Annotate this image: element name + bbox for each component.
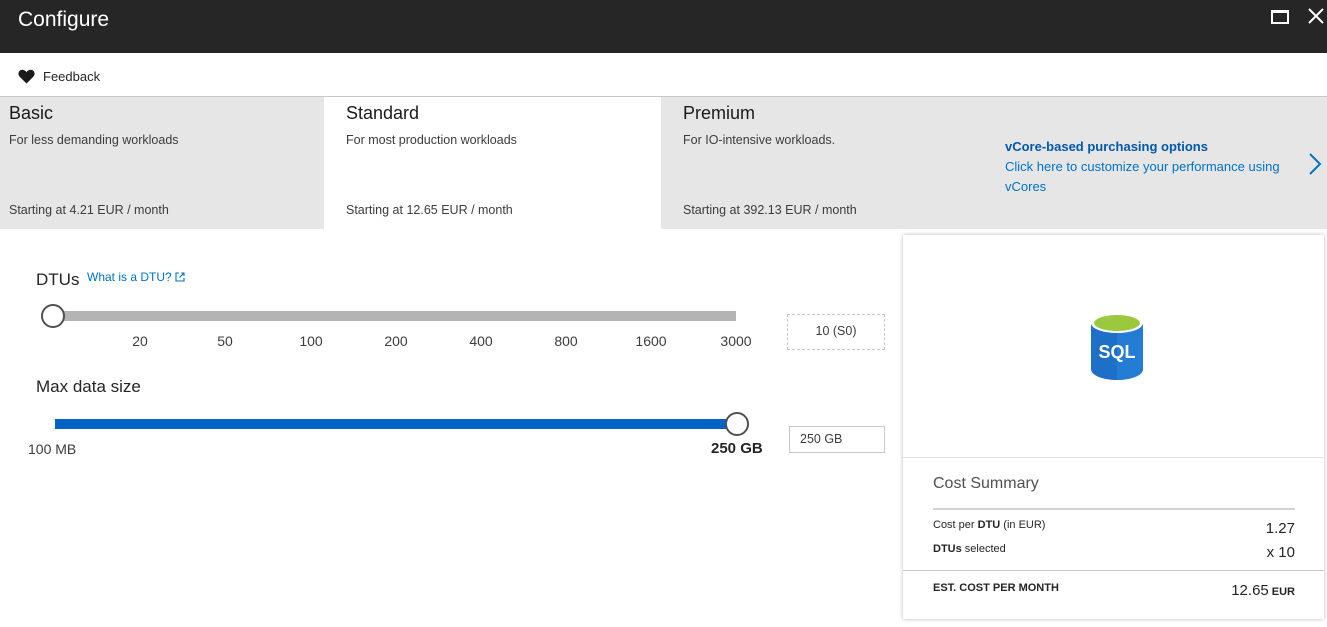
est-cost-amount: 12.65 [1231,582,1269,599]
sql-database-icon: SQL [1091,313,1143,380]
tier-description: For less demanding workloads [9,133,179,147]
cost-summary-title: Cost Summary [933,475,1039,492]
heart-icon [18,69,35,83]
dtus-selected-suffix: selected [961,543,1006,555]
tier-name: Basic [9,103,54,123]
tick-label: 100 [299,333,323,349]
tick-label: 1600 [635,333,667,349]
tier-selector: Basic For less demanding workloads Start… [0,96,1327,230]
tier-standard[interactable]: Standard For most production workloads S… [324,97,661,230]
est-cost-label: EST. COST PER MONTH [933,582,1059,594]
max-size-label: Max data size [36,377,141,396]
tier-description: For IO-intensive workloads. [683,133,836,147]
what-is-dtu-link[interactable]: What is a DTU? [87,270,185,284]
external-link-icon [175,272,185,282]
tier-description: For most production workloads [346,133,517,147]
dtu-slider-track[interactable] [44,311,736,321]
tick-label: 3000 [720,333,752,349]
feedback-label: Feedback [43,68,101,84]
tier-price: Starting at 392.13 EUR / month [683,203,857,217]
cost-summary-card: SQL Cost Summary Cost per DTU (in EUR) 1… [903,235,1324,619]
max-size-slider-track[interactable] [55,419,740,429]
tier-price: Starting at 4.21 EUR / month [9,203,169,217]
tick-label: 400 [469,333,493,349]
cost-per-dtu-value: 1.27 [1265,520,1295,537]
close-icon[interactable] [1306,6,1326,26]
max-size-value-field[interactable]: 250 GB [789,426,885,453]
tier-basic[interactable]: Basic For less demanding workloads Start… [0,97,324,230]
window-title: Configure [18,8,110,31]
max-size-slider-thumb[interactable] [725,412,749,436]
tick-label: 20 [132,333,148,349]
what-is-dtu-link-label: What is a DTU? [87,270,172,284]
dtus-selected-row: DTUs selected [933,543,1295,555]
feedback-button[interactable]: Feedback [18,66,100,86]
cost-per-dtu-prefix: Cost per [933,519,978,531]
max-size-min-label: 100 MB [28,441,77,457]
dtu-label: DTUs [36,270,80,289]
est-cost-value: 12.65 EUR [1231,582,1295,599]
title-bar: Configure [0,0,1327,53]
cost-per-dtu-row: Cost per DTU (in EUR) [933,519,1295,531]
tick-label: 800 [554,333,578,349]
tier-name: Premium [683,103,756,123]
vcore-options-link[interactable]: vCore-based purchasing options Click her… [1005,137,1295,197]
vcore-description: Click here to customize your performance… [1005,159,1280,194]
total-divider [903,570,1324,571]
tier-price: Starting at 12.65 EUR / month [346,203,513,217]
dtus-selected-value: x 10 [1266,544,1295,561]
tick-label: 200 [384,333,408,349]
card-divider [903,457,1324,458]
cost-per-dtu-bold: DTU [977,519,1001,531]
cost-summary-rule [933,508,1295,510]
dtus-selected-bold: DTUs [933,543,962,555]
tier-name: Standard [346,103,420,123]
est-cost-unit: EUR [1271,586,1295,598]
tick-label: 50 [217,333,233,349]
max-size-max-label: 250 GB [711,440,763,457]
cost-per-dtu-suffix: (in EUR) [1000,519,1046,531]
sql-icon-text: SQL [1098,342,1135,362]
dtu-slider-thumb[interactable] [41,304,65,328]
tier-premium[interactable]: Premium For IO-intensive workloads. Star… [661,97,981,230]
vcore-title: vCore-based purchasing options [1005,139,1208,154]
dtu-value-field[interactable]: 10 (S0) [787,314,885,350]
maximize-icon[interactable] [1271,10,1289,24]
chevron-right-icon[interactable] [1308,152,1322,176]
